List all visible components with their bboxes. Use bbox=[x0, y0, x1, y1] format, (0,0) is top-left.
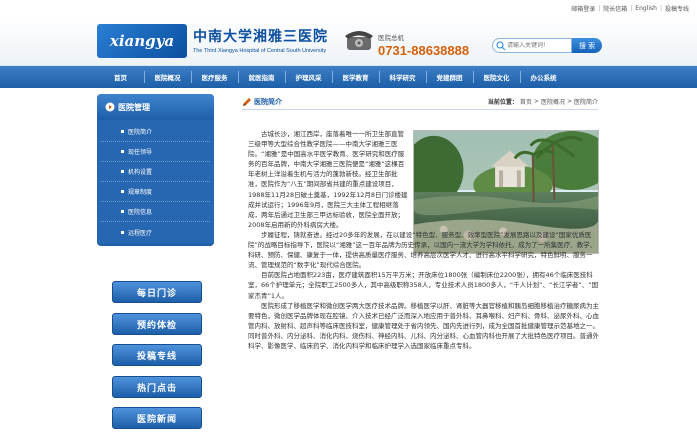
sidebar-item-info[interactable]: 医院信息 bbox=[101, 202, 210, 222]
breadcrumb-label: 当前位置： bbox=[487, 99, 518, 106]
hotline: 医院总机 0731-88638888 bbox=[378, 32, 469, 58]
nav-patient-guide[interactable]: 就医指南 bbox=[238, 66, 285, 88]
bullet-circle-icon bbox=[105, 102, 115, 112]
site-header: xiangya 中南大学湘雅三医院 The Third Xiangya Hosp… bbox=[0, 14, 697, 66]
search-input[interactable] bbox=[507, 42, 567, 49]
sidebar-item-label: 规章制度 bbox=[128, 189, 153, 196]
breadcrumb: 当前位置： 首页 > 医院概况 > 医院简介 bbox=[488, 97, 598, 106]
article-paragraph: 古城长沙，湘江西岸，座落着唯一一所卫生部直管三级甲等大型综合性教学医院——中南大… bbox=[248, 130, 408, 229]
article-paragraph: 步履征程，铸就奋进。经过20多年的发展，在以建设“特色型、服务型、效率型医院”发… bbox=[248, 230, 597, 270]
hotline-label: 医院总机 bbox=[378, 34, 404, 42]
sidebar-title: 医院管理 bbox=[118, 102, 150, 112]
pen-icon bbox=[243, 97, 251, 106]
nav-nursing[interactable]: 护理风采 bbox=[285, 66, 332, 88]
sidebar-item-telemedicine[interactable]: 远程医疗 bbox=[101, 222, 210, 242]
bullet-icon bbox=[121, 170, 124, 173]
quick-checkup-booking-button[interactable]: 预约体检 bbox=[112, 313, 202, 335]
sidebar-item-rules[interactable]: 规章制度 bbox=[101, 182, 210, 202]
top-utility-links: 邮箱登录 | 院长信箱 | English | 投稿专线 bbox=[571, 3, 689, 13]
sidebar-list: 医院简介 现任领导 机构设置 规章制度 医院信息 远程医疗 bbox=[97, 120, 214, 244]
search-bar: 搜 索 bbox=[492, 38, 602, 53]
nav-research[interactable]: 科学研究 bbox=[379, 66, 426, 88]
quick-submission-button[interactable]: 投稿专线 bbox=[112, 344, 202, 366]
bullet-icon bbox=[121, 230, 124, 234]
nav-education[interactable]: 医学教育 bbox=[332, 66, 379, 88]
sidebar-item-intro[interactable]: 医院简介 bbox=[101, 122, 210, 142]
nav-party[interactable]: 党建群团 bbox=[426, 66, 473, 88]
search-box bbox=[492, 38, 572, 53]
article-body: 古城长沙，湘江西岸，座落着唯一一所卫生部直管三级甲等大型综合性教学医院——中南大… bbox=[248, 129, 600, 351]
telephone-icon bbox=[345, 31, 373, 50]
submission-link[interactable]: 投稿专线 bbox=[665, 4, 689, 13]
separator: | bbox=[659, 4, 662, 12]
breadcrumb-current[interactable]: 医院简介 bbox=[574, 97, 598, 106]
nav-office[interactable]: 办公系统 bbox=[520, 66, 567, 88]
logo-badge-text: xiangya bbox=[109, 32, 175, 50]
quick-daily-clinic-button[interactable]: 每日门诊 bbox=[112, 281, 202, 303]
breadcrumb-overview[interactable]: 医院概况 bbox=[541, 97, 565, 106]
president-mailbox-link[interactable]: 院长信箱 bbox=[603, 4, 627, 13]
sidebar-item-label: 医院信息 bbox=[128, 209, 153, 216]
sidebar-item-label: 现任领导 bbox=[128, 149, 153, 156]
breadcrumb-separator: > bbox=[533, 98, 539, 105]
logo-text[interactable]: 中南大学湘雅三医院 The Third Xiangya Hospital of … bbox=[193, 26, 328, 54]
bullet-icon bbox=[121, 130, 124, 133]
bullet-icon bbox=[121, 150, 124, 153]
page-title: 医院简介 bbox=[254, 97, 282, 106]
logo-badge[interactable]: xiangya bbox=[97, 24, 187, 58]
sidebar-item-structure[interactable]: 机构设置 bbox=[101, 162, 210, 182]
breadcrumb-home[interactable]: 首页 bbox=[520, 97, 532, 106]
content-title-wrap: 医院简介 bbox=[242, 97, 282, 107]
bullet-icon bbox=[121, 210, 124, 213]
sidebar-item-label: 远程医疗 bbox=[128, 229, 153, 237]
sidebar-item-leaders[interactable]: 现任领导 bbox=[101, 142, 210, 162]
hospital-name-cn: 中南大学湘雅三医院 bbox=[193, 29, 328, 45]
sidebar-header: 医院管理 bbox=[97, 94, 214, 120]
sidebar: 医院管理 医院简介 现任领导 机构设置 规章制度 医院信息 远程医疗 bbox=[97, 94, 214, 246]
english-link[interactable]: English bbox=[635, 5, 657, 12]
search-icon bbox=[496, 40, 506, 50]
separator: | bbox=[630, 4, 633, 12]
bullet-icon bbox=[121, 190, 124, 193]
nav-overview[interactable]: 医院概况 bbox=[144, 66, 191, 88]
mail-login-link[interactable]: 邮箱登录 bbox=[571, 4, 595, 13]
article-paragraph: 目前医院占地面积223亩，医疗建筑面积15万平方米；开放床位1800张（编制床位… bbox=[248, 271, 599, 300]
quick-hot-clicks-button[interactable]: 热门点击 bbox=[112, 376, 202, 398]
content-header: 医院简介 当前位置： 首页 > 医院概况 > 医院简介 bbox=[242, 94, 598, 110]
breadcrumb-separator: > bbox=[566, 98, 572, 105]
nav-home[interactable]: 首页 bbox=[97, 66, 144, 88]
article-paragraph: 医院形成了移植医学和微创医学两大医疗技术品牌。移植医学以肝、肾脏等大器官移植和胰… bbox=[248, 301, 599, 350]
quick-hospital-news-button[interactable]: 医院新闻 bbox=[112, 407, 202, 429]
sidebar-item-label: 机构设置 bbox=[128, 169, 153, 176]
hospital-name-en: The Third Xiangya Hospital of Central So… bbox=[193, 48, 327, 54]
sidebar-item-label: 医院简介 bbox=[128, 129, 153, 136]
hotline-number: 0731-88638888 bbox=[378, 43, 470, 58]
search-button[interactable]: 搜 索 bbox=[572, 38, 602, 53]
main-nav: 首页 医院概况 医疗服务 就医指南 护理风采 医学教育 科学研究 党建群团 医院… bbox=[0, 66, 697, 88]
nav-medical-services[interactable]: 医疗服务 bbox=[191, 66, 238, 88]
separator: | bbox=[598, 4, 601, 12]
nav-culture[interactable]: 医院文化 bbox=[473, 66, 520, 88]
